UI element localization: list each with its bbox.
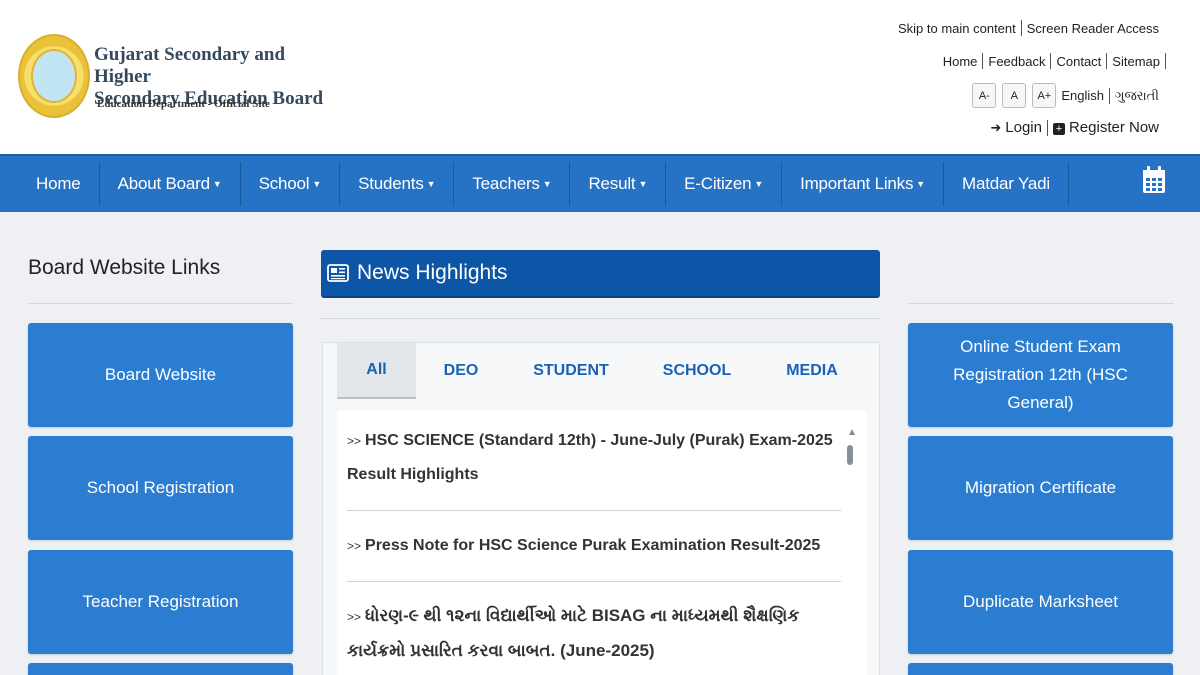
news-highlights-header: News Highlights — [321, 250, 880, 298]
font-language-controls: A- A A+ English ગુજરાતી — [966, 83, 1164, 108]
nav-label: Matdar Yadi — [962, 174, 1050, 193]
school-registration-tile[interactable]: School Registration — [28, 436, 293, 540]
nav-label: Home — [36, 174, 81, 193]
nav-label: School — [258, 174, 310, 193]
caret-down-icon: ▼ — [426, 179, 436, 189]
skip-to-content-link[interactable]: Skip to main content — [893, 21, 1021, 36]
caret-down-icon: ▼ — [312, 179, 322, 189]
migration-certificate-tile[interactable]: Migration Certificate — [908, 436, 1173, 540]
divider — [908, 303, 1174, 304]
login-link[interactable]: ➜ Login — [985, 119, 1047, 136]
nav-label: E-Citizen — [684, 174, 752, 193]
news-item[interactable]: >> Press Note for HSC Science Purak Exami… — [347, 529, 841, 563]
double-arrow-icon: >> — [347, 434, 362, 448]
news-item-text: ધોરણ-૯ થી ૧૨ના વિદ્યાર્થીઓ માટે BISAG ના… — [347, 606, 800, 660]
account-links: ➜ Login + Register Now — [985, 119, 1164, 136]
divider — [347, 510, 841, 511]
nav-label: Important Links — [800, 174, 914, 193]
nav-e-citizen[interactable]: E-Citizen ▼ — [666, 162, 783, 206]
tab-school[interactable]: SCHOOL — [636, 343, 758, 399]
screen-reader-link[interactable]: Screen Reader Access — [1022, 21, 1164, 36]
nav-teachers[interactable]: Teachers ▼ — [454, 162, 571, 206]
feedback-link[interactable]: Feedback — [983, 54, 1050, 69]
board-logo[interactable] — [18, 34, 90, 118]
nav-matdar-yadi[interactable]: Matdar Yadi — [944, 162, 1069, 206]
contact-link[interactable]: Contact — [1051, 54, 1106, 69]
scrollbar-thumb[interactable] — [847, 445, 853, 465]
plus-square-icon: + — [1052, 123, 1065, 135]
main-nav: Home About Board ▼ School ▼ Students ▼ Teac… — [0, 154, 1200, 212]
board-links-heading: Board Website Links — [28, 256, 221, 279]
site-title-line1: Gujarat Secondary and Higher — [94, 44, 286, 87]
calendar-icon[interactable] — [1142, 166, 1166, 194]
news-tabs: All DEO STUDENT SCHOOL MEDIA — [337, 343, 866, 399]
caret-down-icon: ▼ — [916, 179, 926, 189]
news-list: >> HSC SCIENCE (Standard 12th) - June-Jul… — [337, 411, 867, 675]
nav-label: About Board — [117, 174, 211, 193]
tab-deo[interactable]: DEO — [416, 343, 506, 399]
nav-school[interactable]: School ▼ — [241, 162, 341, 206]
divider — [28, 303, 293, 304]
divider — [321, 318, 880, 319]
sign-in-icon: ➜ — [990, 120, 1002, 135]
duplicate-marksheet-tile[interactable]: Duplicate Marksheet — [908, 550, 1173, 654]
double-arrow-icon: >> — [347, 610, 362, 624]
accessibility-links: Skip to main content Screen Reader Acces… — [893, 20, 1164, 36]
font-decrease-button[interactable]: A- — [972, 83, 997, 108]
news-item-text: HSC SCIENCE (Standard 12th) - June-July … — [347, 432, 833, 483]
site-subtitle: Education Department - Official Site — [97, 98, 270, 110]
nav-label: Result — [588, 174, 636, 193]
news-panel: All DEO STUDENT SCHOOL MEDIA >> HSC SCIEN… — [322, 342, 880, 675]
divider — [347, 581, 841, 582]
tab-student[interactable]: STUDENT — [506, 343, 636, 399]
link-tile[interactable] — [28, 663, 293, 675]
divider — [1165, 53, 1166, 69]
site-header: Gujarat Secondary and Higher Secondary E… — [0, 0, 1200, 154]
caret-down-icon: ▼ — [542, 179, 552, 189]
gujarati-language-link[interactable]: ગુજરાતી — [1110, 88, 1164, 104]
nav-important-links[interactable]: Important Links ▼ — [782, 162, 945, 206]
utility-links: Home Feedback Contact Sitemap — [938, 53, 1166, 69]
sitemap-link[interactable]: Sitemap — [1107, 54, 1165, 69]
english-language-link[interactable]: English — [1056, 88, 1109, 103]
home-link[interactable]: Home — [938, 54, 983, 69]
news-item-text: Press Note for HSC Science Purak Examina… — [365, 537, 821, 554]
news-highlights-title: News Highlights — [357, 261, 508, 284]
teacher-registration-tile[interactable]: Teacher Registration — [28, 550, 293, 654]
caret-down-icon: ▼ — [638, 179, 648, 189]
link-tile[interactable] — [908, 663, 1173, 675]
login-label: Login — [1005, 119, 1042, 136]
nav-students[interactable]: Students ▼ — [340, 162, 455, 206]
tab-media[interactable]: MEDIA — [758, 343, 866, 399]
nav-about-board[interactable]: About Board ▼ — [100, 162, 241, 206]
news-item[interactable]: >> ધોરણ-૯ થી ૧૨ના વિદ્યાર્થીઓ માટે BISAG … — [347, 599, 841, 668]
font-increase-button[interactable]: A+ — [1032, 83, 1057, 108]
caret-down-icon: ▼ — [754, 179, 764, 189]
nav-label: Students — [358, 174, 424, 193]
register-label: Register Now — [1068, 119, 1159, 136]
register-link[interactable]: + Register Now — [1048, 119, 1164, 136]
nav-label: Teachers — [472, 174, 540, 193]
font-normal-button[interactable]: A — [1002, 83, 1027, 108]
newspaper-icon — [327, 264, 349, 282]
tab-all[interactable]: All — [337, 343, 416, 399]
scroll-up-icon[interactable]: ▲ — [847, 427, 857, 438]
caret-down-icon: ▼ — [212, 179, 222, 189]
board-website-tile[interactable]: Board Website — [28, 323, 293, 427]
nav-result[interactable]: Result ▼ — [570, 162, 667, 206]
double-arrow-icon: >> — [347, 539, 362, 553]
online-student-exam-registration-tile[interactable]: Online Student Exam Registration 12th (H… — [908, 323, 1173, 427]
nav-home[interactable]: Home — [18, 162, 100, 206]
logo-emblem — [31, 49, 77, 103]
news-item[interactable]: >> HSC SCIENCE (Standard 12th) - June-Jul… — [347, 424, 841, 492]
